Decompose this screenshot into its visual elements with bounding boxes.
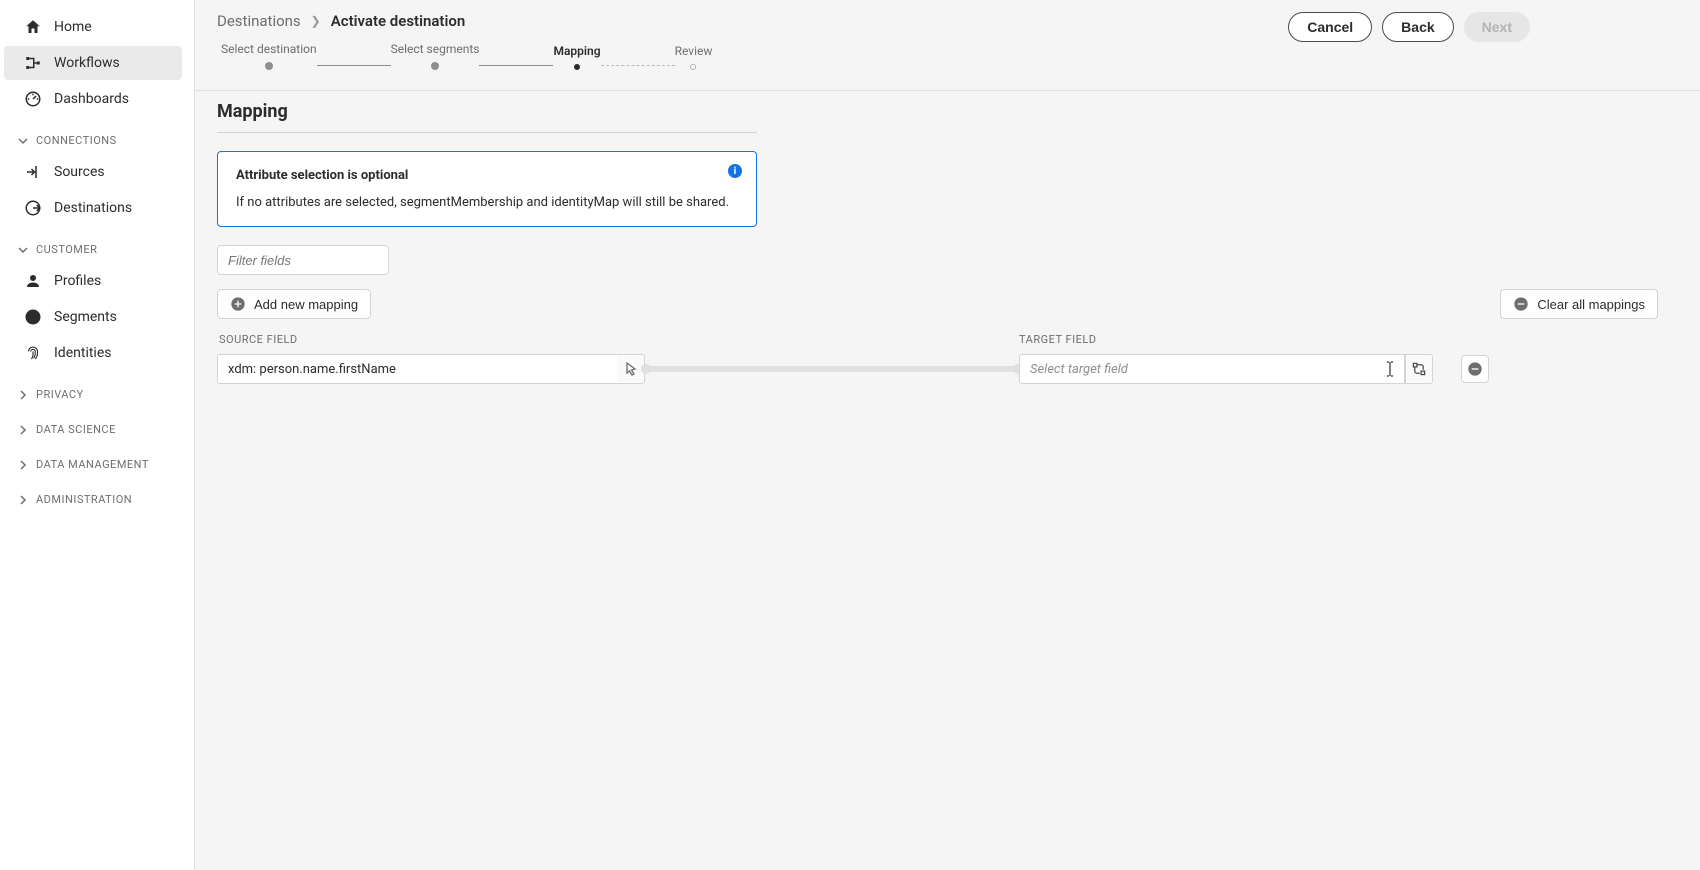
next-button: Next <box>1464 12 1530 42</box>
filter-input[interactable] <box>217 245 389 275</box>
nav-group-administration[interactable]: ADMINISTRATION <box>0 477 186 512</box>
nav-workflows[interactable]: Workflows <box>4 46 182 80</box>
info-box: i Attribute selection is optional If no … <box>217 151 757 227</box>
target-placeholder: Select target field <box>1030 362 1128 377</box>
step-dot <box>431 62 439 70</box>
nav-destinations[interactable]: Destinations <box>4 191 182 225</box>
segments-icon <box>24 308 42 326</box>
add-mapping-button[interactable]: Add new mapping <box>217 289 371 319</box>
column-source: SOURCE FIELD <box>217 333 1019 346</box>
chevron-right-icon: ❯ <box>311 14 321 28</box>
text-cursor-icon <box>1386 361 1394 377</box>
step-label: Select segments <box>391 42 480 56</box>
nav-group-label: CUSTOMER <box>36 243 97 256</box>
nav-group-privacy[interactable]: PRIVACY <box>0 372 186 407</box>
step-dot <box>690 64 696 70</box>
chevron-right-icon <box>18 390 28 400</box>
target-field-picker[interactable] <box>1405 354 1433 384</box>
column-target: TARGET FIELD <box>1019 333 1419 346</box>
nav-label: Workflows <box>54 55 120 71</box>
add-mapping-label: Add new mapping <box>254 297 358 312</box>
step-mapping[interactable]: Mapping <box>553 44 600 70</box>
step-connector <box>317 65 391 66</box>
breadcrumb-current: Activate destination <box>331 12 465 30</box>
nav-profiles[interactable]: Profiles <box>4 264 182 298</box>
nav-home[interactable]: Home <box>4 10 182 44</box>
sidebar: Home Workflows Dashboards CONNECTIONS So… <box>0 0 195 870</box>
nav-group-data-science[interactable]: DATA SCIENCE <box>0 407 186 442</box>
nav-dashboards[interactable]: Dashboards <box>4 82 182 116</box>
step-select-segments[interactable]: Select segments <box>391 42 480 70</box>
info-body: If no attributes are selected, segmentMe… <box>236 195 738 210</box>
section-title: Mapping <box>217 101 1678 122</box>
main: Destinations ❯ Activate destination Sele… <box>195 0 1700 870</box>
step-dot <box>265 62 273 70</box>
info-title: Attribute selection is optional <box>236 168 738 183</box>
plus-circle-icon <box>230 296 246 312</box>
minus-circle-icon <box>1513 296 1529 312</box>
nav-group-customer[interactable]: CUSTOMER <box>0 227 186 262</box>
divider <box>217 132 757 133</box>
chevron-right-icon <box>18 425 28 435</box>
chevron-right-icon <box>18 495 28 505</box>
fingerprint-icon <box>24 344 42 362</box>
nav-group-label: DATA MANAGEMENT <box>36 458 149 471</box>
workflow-icon <box>24 54 42 72</box>
clear-all-button[interactable]: Clear all mappings <box>1500 289 1658 319</box>
mapping-connector <box>645 366 1019 372</box>
profile-icon <box>24 272 42 290</box>
sources-icon <box>24 163 42 181</box>
pointer-icon <box>625 362 637 376</box>
stepper: Select destination Select segments Mappi… <box>217 42 734 84</box>
step-label: Review <box>675 44 713 58</box>
chevron-down-icon <box>18 245 28 255</box>
step-dot <box>574 64 580 70</box>
mapping-row: xdm: person.name.firstName Select target… <box>217 354 1678 384</box>
nav-label: Dashboards <box>54 91 129 107</box>
nav-label: Identities <box>54 345 111 361</box>
step-connector <box>601 65 675 66</box>
nav-group-data-management[interactable]: DATA MANAGEMENT <box>0 442 186 477</box>
minus-circle-icon <box>1467 361 1483 377</box>
cancel-button[interactable]: Cancel <box>1288 12 1372 42</box>
chevron-down-icon <box>18 136 28 146</box>
chevron-right-icon <box>18 460 28 470</box>
step-label: Mapping <box>553 44 600 58</box>
destinations-icon <box>24 199 42 217</box>
back-button[interactable]: Back <box>1382 12 1453 42</box>
clear-all-label: Clear all mappings <box>1537 297 1645 312</box>
nav-sources[interactable]: Sources <box>4 155 182 189</box>
step-connector <box>479 65 553 66</box>
info-icon: i <box>728 164 742 178</box>
nav-group-connections[interactable]: CONNECTIONS <box>0 118 186 153</box>
home-icon <box>24 18 42 36</box>
step-review[interactable]: Review <box>675 44 713 70</box>
source-field-value: xdm: person.name.firstName <box>228 362 396 377</box>
target-field-input[interactable]: Select target field <box>1019 354 1405 384</box>
nav-label: Destinations <box>54 200 132 216</box>
nav-group-label: DATA SCIENCE <box>36 423 116 436</box>
nav-segments[interactable]: Segments <box>4 300 182 334</box>
breadcrumb-root[interactable]: Destinations <box>217 12 301 30</box>
dashboard-icon <box>24 90 42 108</box>
nav-group-label: ADMINISTRATION <box>36 493 132 506</box>
step-select-destination[interactable]: Select destination <box>221 42 317 70</box>
nav-label: Sources <box>54 164 105 180</box>
mapping-icon <box>1412 362 1426 376</box>
source-field-input[interactable]: xdm: person.name.firstName <box>217 354 617 384</box>
nav-group-label: PRIVACY <box>36 388 84 401</box>
nav-label: Profiles <box>54 273 101 289</box>
nav-identities[interactable]: Identities <box>4 336 182 370</box>
step-label: Select destination <box>221 42 317 56</box>
nav-label: Segments <box>54 309 117 325</box>
breadcrumb: Destinations ❯ Activate destination <box>217 12 734 30</box>
nav-group-label: CONNECTIONS <box>36 134 117 147</box>
remove-mapping-button[interactable] <box>1461 355 1489 383</box>
nav-label: Home <box>54 19 92 35</box>
